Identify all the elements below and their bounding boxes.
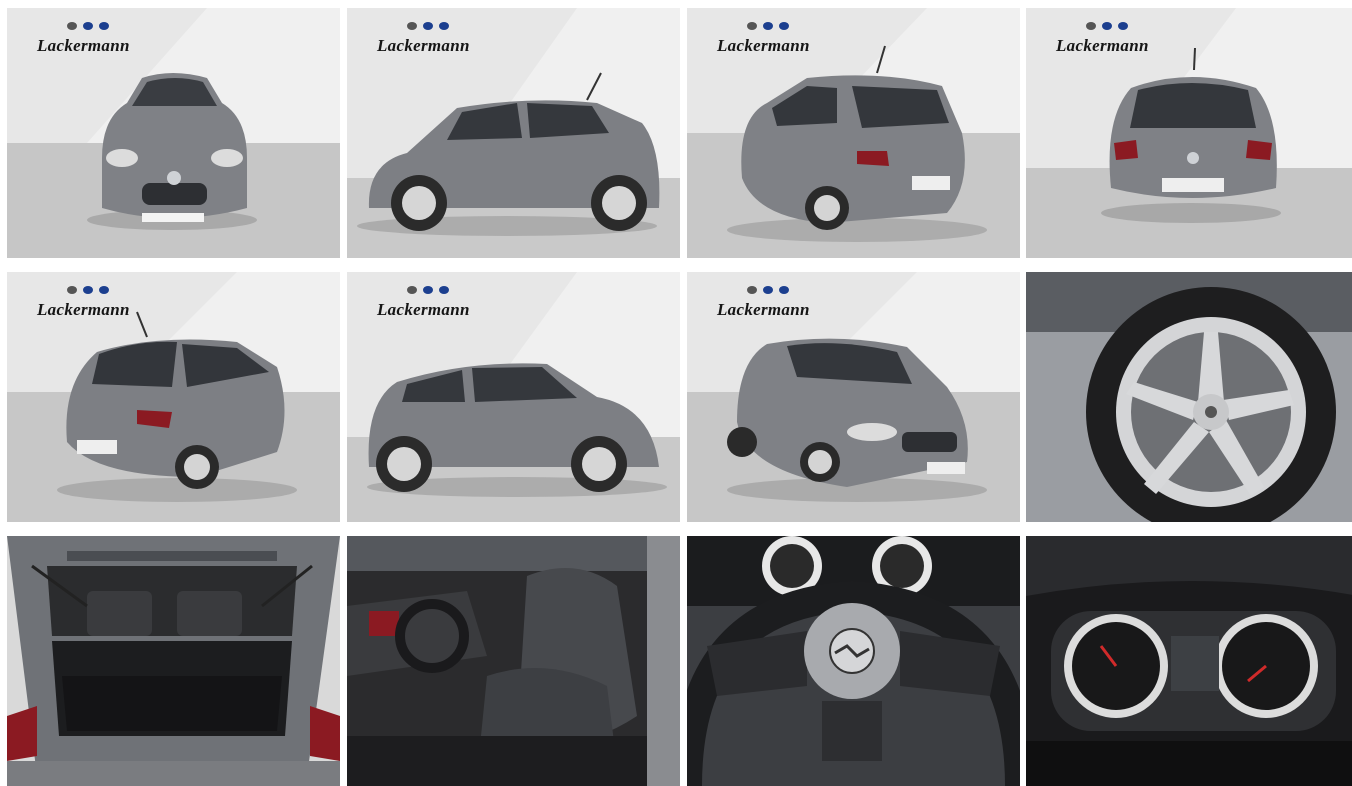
gallery-photo-side-left[interactable]: Lackermann bbox=[347, 8, 680, 258]
dealer-name: Lackermann bbox=[37, 36, 130, 55]
dealer-logo-icon bbox=[67, 286, 109, 294]
dealer-branding: Lackermann bbox=[377, 286, 507, 320]
steering-wheel-photo bbox=[687, 536, 1020, 786]
photo-gallery: Lackermann Lackermann Lackermann Lackerm… bbox=[0, 0, 1352, 786]
dealer-name: Lackermann bbox=[377, 36, 470, 55]
dealer-branding: Lackermann bbox=[37, 22, 167, 56]
dealer-name: Lackermann bbox=[37, 300, 130, 319]
gallery-photo-rear-three-quarter-right[interactable]: Lackermann bbox=[7, 272, 340, 522]
gallery-photo-side-right[interactable]: Lackermann bbox=[347, 272, 680, 522]
dealer-branding: Lackermann bbox=[717, 286, 847, 320]
gallery-photo-front[interactable]: Lackermann bbox=[7, 8, 340, 258]
dealer-branding: Lackermann bbox=[717, 22, 847, 56]
trunk-photo bbox=[7, 536, 340, 786]
dealer-branding: Lackermann bbox=[37, 286, 167, 320]
gallery-photo-trunk[interactable] bbox=[7, 536, 340, 786]
gallery-photo-instrument-cluster[interactable] bbox=[1026, 536, 1352, 786]
wheel-photo bbox=[1026, 272, 1352, 522]
dealer-logo-icon bbox=[407, 286, 449, 294]
dealer-logo-icon bbox=[67, 22, 109, 30]
gallery-photo-steering-wheel[interactable] bbox=[687, 536, 1020, 786]
dealer-branding: Lackermann bbox=[1056, 22, 1186, 56]
gallery-photo-interior-seats[interactable] bbox=[347, 536, 680, 786]
dealer-logo-icon bbox=[1086, 22, 1128, 30]
dealer-logo-icon bbox=[407, 22, 449, 30]
dealer-name: Lackermann bbox=[717, 300, 810, 319]
dealer-name: Lackermann bbox=[717, 36, 810, 55]
gallery-photo-wheel[interactable] bbox=[1026, 272, 1352, 522]
gallery-photo-rear[interactable]: Lackermann bbox=[1026, 8, 1352, 258]
dealer-logo-icon bbox=[747, 286, 789, 294]
dealer-branding: Lackermann bbox=[377, 22, 507, 56]
gallery-photo-front-three-quarter[interactable]: Lackermann bbox=[687, 272, 1020, 522]
dealer-logo-icon bbox=[747, 22, 789, 30]
interior-photo bbox=[347, 536, 680, 786]
gallery-photo-rear-three-quarter-left[interactable]: Lackermann bbox=[687, 8, 1020, 258]
dealer-name: Lackermann bbox=[1056, 36, 1149, 55]
instrument-cluster-photo bbox=[1026, 536, 1352, 786]
dealer-name: Lackermann bbox=[377, 300, 470, 319]
